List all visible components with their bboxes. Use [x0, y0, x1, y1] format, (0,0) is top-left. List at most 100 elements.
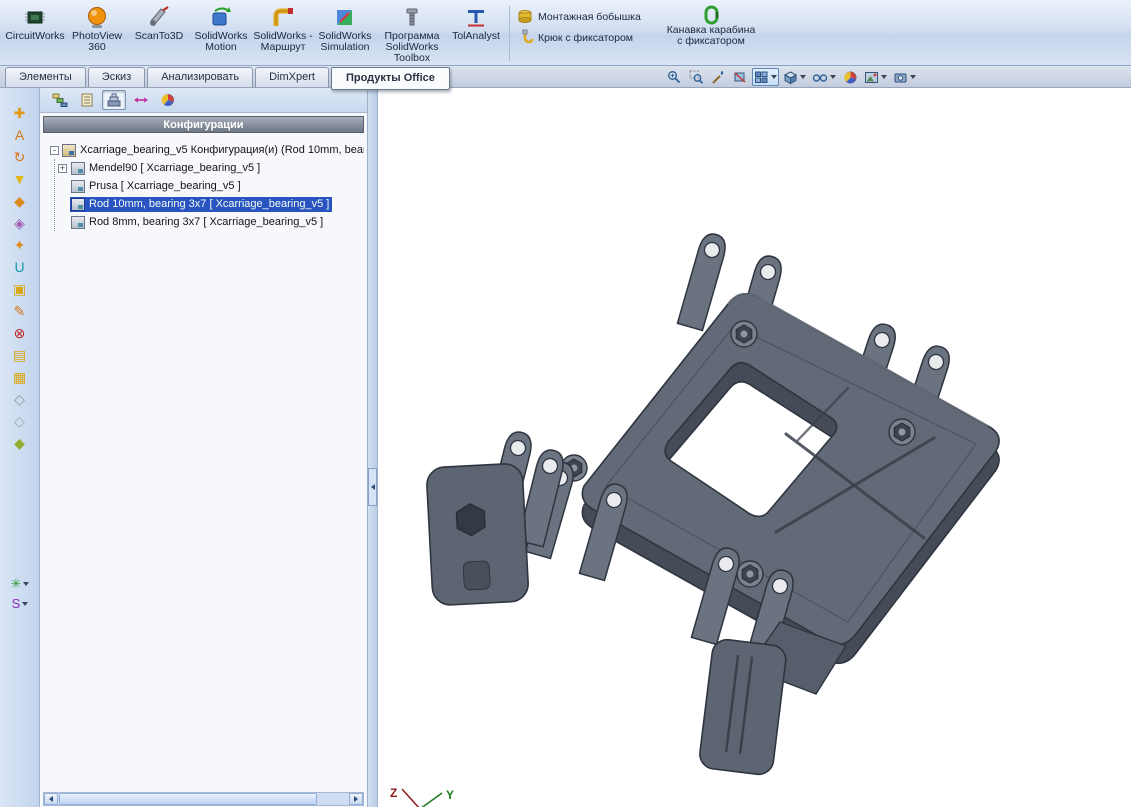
- assembly-tool-icon: ▼: [13, 168, 27, 190]
- tab-configurationmanager[interactable]: [102, 90, 126, 110]
- display-style-button[interactable]: [781, 68, 808, 86]
- zoom-to-selection-button[interactable]: [708, 68, 728, 86]
- tab-office-products[interactable]: Продукты Office: [331, 67, 450, 90]
- propertymanager-icon: [79, 93, 95, 107]
- collapse-icon[interactable]: -: [50, 146, 59, 155]
- hide-show-items-button[interactable]: [810, 68, 838, 86]
- view-orientation-icon: [754, 70, 769, 85]
- tree-row-label: Rod 10mm, bearing 3x7 [ Xcarriage_bearin…: [89, 198, 329, 210]
- assembly-tool-icon: ◇: [14, 388, 25, 410]
- configurationmanager-icon: [106, 93, 122, 107]
- snap-hook-icon: [517, 29, 534, 46]
- tab-dimxpertmanager[interactable]: [129, 90, 153, 110]
- assembly-tool-button[interactable]: ◇: [7, 388, 33, 410]
- collapse-arrow-icon: [371, 484, 375, 490]
- scanto3d-icon: [147, 5, 171, 29]
- tree-row-rod10mm[interactable]: Rod 10mm, bearing 3x7 [ Xcarriage_bearin…: [55, 195, 367, 213]
- scroll-right-button[interactable]: [349, 793, 363, 805]
- panel-splitter[interactable]: [368, 88, 378, 807]
- scroll-left-button[interactable]: [44, 793, 58, 805]
- assembly-tool-button[interactable]: ◆: [7, 432, 33, 454]
- tab-evaluate[interactable]: Анализировать: [147, 67, 253, 87]
- assembly-tool-button[interactable]: ▼: [7, 168, 33, 190]
- tab-dimxpert[interactable]: DimXpert: [255, 67, 329, 87]
- displaymanager-icon: [160, 93, 176, 107]
- tab-elements[interactable]: Элементы: [5, 67, 86, 87]
- snap-hook-groove-button[interactable]: Канавка карабина с фиксатором: [665, 2, 757, 65]
- view-settings-button[interactable]: [891, 68, 918, 86]
- assembly-tool-button[interactable]: ↻: [7, 146, 33, 168]
- assembly-tool-button[interactable]: ✦: [7, 234, 33, 256]
- tree-children: + Mendel90 [ Xcarriage_bearing_v5 ] Prus…: [54, 159, 367, 231]
- solidworks-simulation-button[interactable]: SolidWorks Simulation: [314, 2, 376, 65]
- assembly-tool-button[interactable]: ▣: [7, 278, 33, 300]
- tree-row-rod8mm[interactable]: Rod 8mm, bearing 3x7 [ Xcarriage_bearing…: [55, 213, 367, 231]
- view-settings-icon: [893, 70, 908, 85]
- assembly-tool-icon: ◇: [14, 410, 25, 432]
- section-view-button[interactable]: [730, 68, 750, 86]
- solidworks-motion-button[interactable]: SolidWorks Motion: [190, 2, 252, 65]
- assembly-tool-button[interactable]: ✎: [7, 300, 33, 322]
- flyout-tool-button[interactable]: S: [12, 596, 29, 611]
- display-style-icon: [783, 70, 798, 85]
- tree-row-root[interactable]: - Xcarriage_bearing_v5 Конфигурация(и) (…: [48, 141, 367, 159]
- tree-row-label: Rod 8mm, bearing 3x7 [ Xcarriage_bearing…: [89, 216, 323, 228]
- chevron-down-icon[interactable]: [830, 75, 836, 79]
- tab-displaymanager[interactable]: [156, 90, 180, 110]
- assembly-tool-button[interactable]: ⊗: [7, 322, 33, 344]
- tab-featuremanager[interactable]: [48, 90, 72, 110]
- assembly-tool-icon: U: [14, 256, 24, 278]
- assembly-tool-icon: ◈: [14, 212, 25, 234]
- assembly-tool-button[interactable]: ◆: [7, 190, 33, 212]
- zoom-to-fit-button[interactable]: [664, 68, 684, 86]
- solidworks-routing-button[interactable]: SolidWorks - Маршрут: [252, 2, 314, 65]
- tree-row-prusa[interactable]: Prusa [ Xcarriage_bearing_v5 ]: [55, 177, 367, 195]
- model-3d-xcarriage[interactable]: [378, 88, 1131, 807]
- scanto3d-button[interactable]: ScanTo3D: [128, 2, 190, 65]
- scrollbar-track[interactable]: [318, 793, 349, 805]
- expand-icon[interactable]: +: [58, 164, 67, 173]
- snap-hook-button[interactable]: Крюк с фиксатором: [515, 27, 665, 48]
- chevron-down-icon[interactable]: [910, 75, 916, 79]
- tree-row-mendel90[interactable]: + Mendel90 [ Xcarriage_bearing_v5 ]: [55, 159, 367, 177]
- configuration-manager-panel: Конфигурации - Xcarriage_bearing_v5 Конф…: [40, 88, 368, 807]
- assembly-tool-button[interactable]: ▤: [7, 344, 33, 366]
- mounting-boss-button[interactable]: Монтажная бобышка: [515, 6, 665, 27]
- chevron-down-icon[interactable]: [881, 75, 887, 79]
- scrollbar-thumb[interactable]: [59, 793, 317, 805]
- solidworks-toolbox-button[interactable]: Программа SolidWorks Toolbox: [376, 2, 448, 65]
- chevron-down-icon[interactable]: [800, 75, 806, 79]
- panel-horizontal-scrollbar[interactable]: [43, 792, 364, 806]
- orientation-triad: Z Y: [386, 781, 466, 807]
- flyout-tool-button[interactable]: ✳: [11, 576, 30, 592]
- assembly-tool-button[interactable]: ▦: [7, 366, 33, 388]
- tolanalyst-button[interactable]: TolAnalyst: [448, 2, 504, 65]
- circuitworks-label: CircuitWorks: [5, 31, 64, 42]
- circuitworks-button[interactable]: CircuitWorks: [4, 2, 66, 65]
- chevron-down-icon[interactable]: [771, 75, 777, 79]
- zoom-to-area-icon: [689, 70, 704, 85]
- zoom-to-fit-icon: [667, 70, 682, 85]
- chevron-down-icon: [22, 602, 28, 606]
- triad-y-label: Y: [446, 788, 454, 802]
- photoview-360-button[interactable]: PhotoView 360: [66, 2, 128, 65]
- assembly-tool-button[interactable]: ✚: [7, 102, 33, 124]
- assembly-tool-button[interactable]: A: [7, 124, 33, 146]
- assembly-tool-button[interactable]: ◇: [7, 410, 33, 432]
- circuitworks-icon: [23, 5, 47, 29]
- assembly-tool-icon: ▤: [13, 344, 26, 366]
- configuration-icon: [71, 198, 85, 211]
- tab-propertymanager[interactable]: [75, 90, 99, 110]
- assembly-tool-button[interactable]: U: [7, 256, 33, 278]
- mounting-boss-icon: [517, 8, 534, 25]
- configuration-icon: [71, 162, 85, 175]
- panel-collapse-button[interactable]: [368, 468, 377, 506]
- view-orientation-button[interactable]: [752, 68, 779, 86]
- graphics-viewport[interactable]: Z Y: [378, 88, 1131, 807]
- photoview-360-icon: [85, 5, 109, 29]
- apply-scene-button[interactable]: [862, 68, 889, 86]
- edit-appearance-button[interactable]: [840, 68, 860, 86]
- tab-sketch[interactable]: Эскиз: [88, 67, 145, 87]
- zoom-to-area-button[interactable]: [686, 68, 706, 86]
- assembly-tool-button[interactable]: ◈: [7, 212, 33, 234]
